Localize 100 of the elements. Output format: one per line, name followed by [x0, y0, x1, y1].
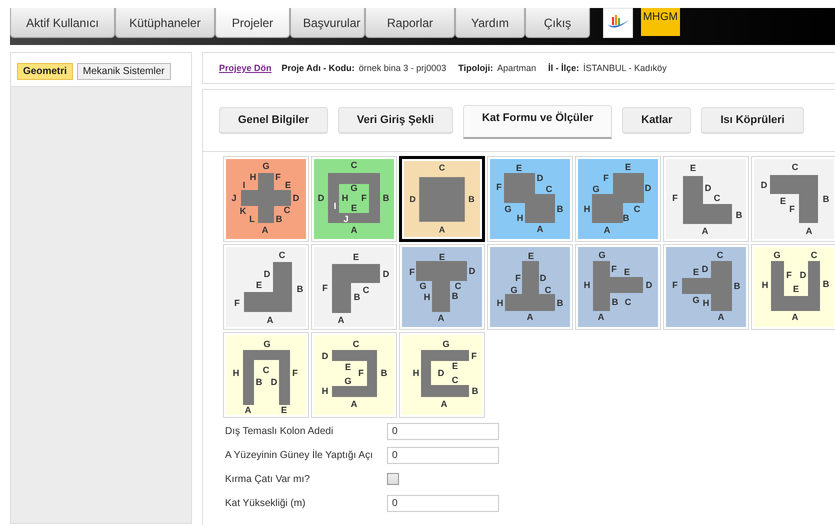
shape-option[interactable]: G H F I E J D K C L B A [223, 156, 309, 242]
vertex-label: E [452, 361, 458, 371]
vertex-label: E [793, 284, 799, 294]
vertex-label: D [468, 266, 476, 276]
vertex-label: B [472, 386, 478, 396]
floor-shape-drawing [592, 173, 644, 223]
vertex-label: A [526, 312, 534, 322]
input-field[interactable]: 0 [387, 422, 499, 440]
nav-tab[interactable]: Çıkış [525, 8, 590, 38]
nav-tab[interactable]: Yardım [455, 8, 525, 38]
floor-shape-drawing [770, 175, 818, 223]
nav-tab[interactable]: Kütüphaneler [115, 8, 215, 38]
shape-option[interactable]: C D E B F A [751, 156, 835, 242]
vertex-label: H [584, 280, 590, 290]
vertex-label: B [734, 281, 740, 291]
sidebar-tab[interactable]: Mekanik Sistemler [76, 63, 171, 80]
vertex-label: A [440, 399, 448, 409]
vertex-label: B [556, 204, 564, 214]
vertex-label: H [496, 298, 504, 308]
vertex-label: F [672, 193, 678, 203]
shape-option[interactable]: C D B A [399, 156, 485, 242]
vertex-label: G [692, 295, 700, 305]
shape-option[interactable]: C E D F B G H A [663, 244, 749, 330]
shape-option[interactable]: C D E B F A [223, 244, 309, 330]
vertex-label: F [786, 270, 792, 280]
vertex-label: E [281, 405, 287, 415]
shape-option[interactable]: E D F C B A [311, 244, 397, 330]
vertex-label: D [438, 368, 444, 378]
floor-shape-drawing [421, 350, 469, 397]
vertex-label: E [624, 267, 630, 277]
floor-shape-drawing [771, 261, 820, 311]
vertex-label: A [244, 405, 252, 415]
vertex-label: C [284, 205, 290, 215]
vertex-label: F [409, 267, 415, 277]
vertex-label: A [598, 312, 604, 322]
vertex-label: F [322, 283, 328, 293]
vertex-label: D [760, 180, 768, 190]
shape-option[interactable]: C G D H F B I E J A [311, 156, 397, 242]
vertex-label: D [318, 193, 324, 203]
vertex-label: D [704, 183, 712, 193]
vertex-label: E [528, 251, 534, 261]
floor-shape-drawing [505, 261, 555, 311]
sidebar-tab[interactable]: Geometri [17, 63, 73, 80]
vertex-label: H [762, 280, 768, 290]
vertex-label: I [242, 180, 246, 190]
vertex-label: D [270, 377, 278, 387]
floor-shape-drawing [328, 173, 380, 223]
vertex-label: H [516, 213, 524, 223]
section-tab[interactable]: Katlar [622, 107, 692, 134]
form-label: Kırma Çatı Var mı? [225, 474, 311, 484]
vertex-label: E [285, 180, 291, 190]
floor-shape-drawing [332, 264, 380, 313]
vertex-label: F [603, 173, 609, 183]
shape-option[interactable]: G F E H D B C A [575, 244, 661, 330]
form-label: A Yüzeyinin Güney İle Yaptığı Açı [225, 450, 374, 460]
nav-tab[interactable]: Aktif Kullanıcı [10, 8, 115, 38]
input-field[interactable]: 0 [387, 446, 499, 464]
vertex-label: C [350, 160, 358, 170]
shape-option[interactable]: G F E H D C B A [399, 332, 485, 418]
checkbox[interactable] [387, 473, 399, 485]
section-tab[interactable]: Veri Giriş Şekli [338, 107, 453, 134]
floor-shape-drawing [419, 177, 465, 222]
vertex-label: F [515, 273, 521, 283]
floor-shape-drawing [593, 261, 643, 311]
vertex-label: E [690, 163, 696, 173]
vertex-label: A [350, 225, 358, 235]
field-label: Proje Adı - Kodu: [282, 63, 355, 73]
shape-option[interactable]: G H C F B D A E [223, 332, 309, 418]
vertex-label: H [584, 204, 590, 214]
vertex-label: K [240, 206, 246, 216]
nav-tab[interactable]: Başvurular [290, 8, 365, 38]
input-field[interactable]: 0 [387, 494, 499, 512]
vertex-label: E [439, 252, 445, 262]
vertex-label: D [540, 273, 546, 283]
shape-option[interactable]: E F G D H C B A [575, 156, 661, 242]
section-tab[interactable]: Genel Bilgiler [219, 107, 328, 134]
shape-option[interactable]: E F D G C H B A [487, 244, 573, 330]
shape-option[interactable]: E D F C G B H A [487, 156, 573, 242]
shape-option[interactable]: G C F D H B E A [751, 244, 835, 330]
back-link[interactable]: Projeye Dön [219, 63, 272, 73]
vertex-label: A [350, 399, 358, 409]
vertex-label: J [232, 193, 236, 203]
vertex-label: B [822, 194, 830, 204]
vertex-label: H [250, 172, 256, 182]
vertex-label: F [292, 368, 298, 378]
nav-tab[interactable]: Raporlar [365, 8, 455, 38]
field-label: İl - İlçe: [548, 63, 580, 73]
vertex-label: A [438, 313, 444, 323]
form-label: Kat Yüksekliği (m) [225, 498, 306, 508]
vertex-label: F [672, 280, 678, 290]
shape-option[interactable]: E F D G C H B A [399, 244, 485, 330]
vertex-label: C [716, 250, 724, 260]
section-tab[interactable]: Isı Köprüleri [701, 107, 804, 134]
section-tab[interactable]: Kat Formu ve Ölçüler [462, 105, 612, 139]
floor-shape-drawing [682, 261, 732, 311]
shape-option[interactable]: C D E F B G H A [311, 332, 397, 418]
floor-shape-drawing [416, 261, 467, 312]
nav-tab[interactable]: Projeler [215, 8, 290, 38]
vertex-label: L [249, 214, 255, 224]
shape-option[interactable]: E F D C B A [663, 156, 749, 242]
